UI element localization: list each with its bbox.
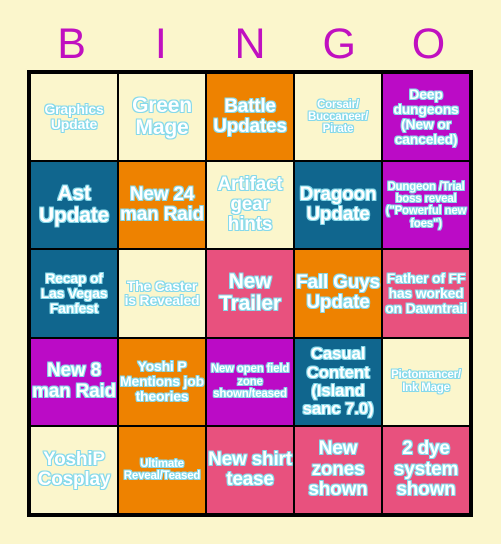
bingo-cell-label: Yoshi P Mentions job theories — [119, 358, 204, 405]
bingo-cell-r3c2[interactable]: The Caster is Revealed — [118, 249, 206, 338]
bingo-cell-label: New open field zone shown/teased — [210, 363, 290, 401]
bingo-cell-label: Dungeon /Trial boss reveal ("Powerful ne… — [385, 180, 467, 230]
bingo-cell-label: YoshiP Cosplay — [37, 448, 111, 490]
bingo-cell-r5c5[interactable]: 2 dye system shown — [382, 425, 470, 514]
bingo-cell-r2c2[interactable]: New 24 man Raid — [118, 161, 206, 250]
bingo-cell-label: Dragoon Update — [299, 183, 377, 226]
bingo-grid: Graphics Update Green Mage Battle Updates C… — [27, 70, 473, 517]
bingo-card: B I N G O Graphics Update Green Mage Battl… — [0, 0, 501, 544]
bingo-cell-label: Deep dungeons (New or canceled) — [393, 86, 460, 148]
bingo-cell-label: Artifact gear hints — [217, 173, 283, 236]
bingo-cell-label: Green Mage — [132, 93, 193, 140]
bingo-cell-r4c4[interactable]: Casual Content (Island sanc 7.0) — [294, 337, 382, 426]
bingo-cell-label: Casual Content (Island sanc 7.0) — [302, 344, 374, 418]
bingo-cell-label: Father of FF has worked on Dawntrail — [385, 270, 468, 316]
bingo-cell-r1c4[interactable]: Corsair/ Buccaneer/ Pirate — [294, 73, 382, 162]
bingo-letter-o: O — [411, 19, 446, 68]
bingo-cell-r5c4[interactable]: New zones shown — [294, 425, 382, 514]
bingo-cell-r4c2[interactable]: Yoshi P Mentions job theories — [118, 337, 206, 426]
bingo-cell-r3c5[interactable]: Father of FF has worked on Dawntrail — [382, 249, 470, 338]
bingo-cell-label: Graphics Update — [44, 101, 104, 133]
bingo-cell-r3c4[interactable]: Fall Guys Update — [294, 249, 382, 338]
bingo-cell-r2c3[interactable]: Artifact gear hints — [206, 161, 294, 250]
bingo-cell-r2c5[interactable]: Dungeon /Trial boss reveal ("Powerful ne… — [382, 161, 470, 250]
bingo-cell-label: The Caster is Revealed — [124, 277, 200, 309]
bingo-cell-r1c5[interactable]: Deep dungeons (New or canceled) — [382, 73, 470, 162]
bingo-cell-label: Recap of Las Vegas Fanfest — [40, 270, 108, 316]
bingo-cell-r1c1[interactable]: Graphics Update — [30, 73, 118, 162]
bingo-cell-r2c1[interactable]: Ast Update — [30, 161, 118, 250]
bingo-letter-g: G — [322, 19, 356, 68]
bingo-cell-label: Pictomancer/ Ink Mage — [390, 369, 461, 394]
bingo-cell-label: New 8 man Raid — [31, 360, 116, 402]
bingo-cell-label: Ultimate Reveal/Teased — [123, 457, 201, 482]
bingo-cell-r1c2[interactable]: Green Mage — [118, 73, 206, 162]
bingo-cell-r1c3[interactable]: Battle Updates — [206, 73, 294, 162]
bingo-cell-r5c1[interactable]: YoshiP Cosplay — [30, 425, 118, 514]
bingo-cell-r5c3[interactable]: New shirt tease — [206, 425, 294, 514]
bingo-letter-i: I — [154, 19, 167, 68]
bingo-cell-label: Ast Update — [38, 181, 109, 228]
bingo-cell-label: New Trailer — [219, 270, 282, 316]
bingo-cell-r2c4[interactable]: Dragoon Update — [294, 161, 382, 250]
bingo-cell-r4c1[interactable]: New 8 man Raid — [30, 337, 118, 426]
bingo-cell-r3c3[interactable]: New Trailer — [206, 249, 294, 338]
bingo-header: B I N G O — [27, 18, 473, 70]
bingo-cell-label: Corsair/ Buccaneer/ Pirate — [307, 98, 368, 136]
bingo-letter-b: B — [57, 19, 86, 68]
bingo-cell-label: New shirt tease — [208, 448, 293, 490]
bingo-cell-r4c3[interactable]: New open field zone shown/teased — [206, 337, 294, 426]
bingo-cell-r5c2[interactable]: Ultimate Reveal/Teased — [118, 425, 206, 514]
bingo-cell-label: New zones shown — [308, 438, 369, 501]
bingo-cell-label: Fall Guys Update — [296, 272, 381, 314]
bingo-cell-label: 2 dye system shown — [393, 438, 459, 501]
bingo-cell-label: New 24 man Raid — [119, 183, 204, 226]
bingo-cell-r3c1[interactable]: Recap of Las Vegas Fanfest — [30, 249, 118, 338]
bingo-letter-n: N — [234, 19, 266, 68]
bingo-cell-r4c5[interactable]: Pictomancer/ Ink Mage — [382, 337, 470, 426]
bingo-cell-label: Battle Updates — [213, 95, 288, 138]
